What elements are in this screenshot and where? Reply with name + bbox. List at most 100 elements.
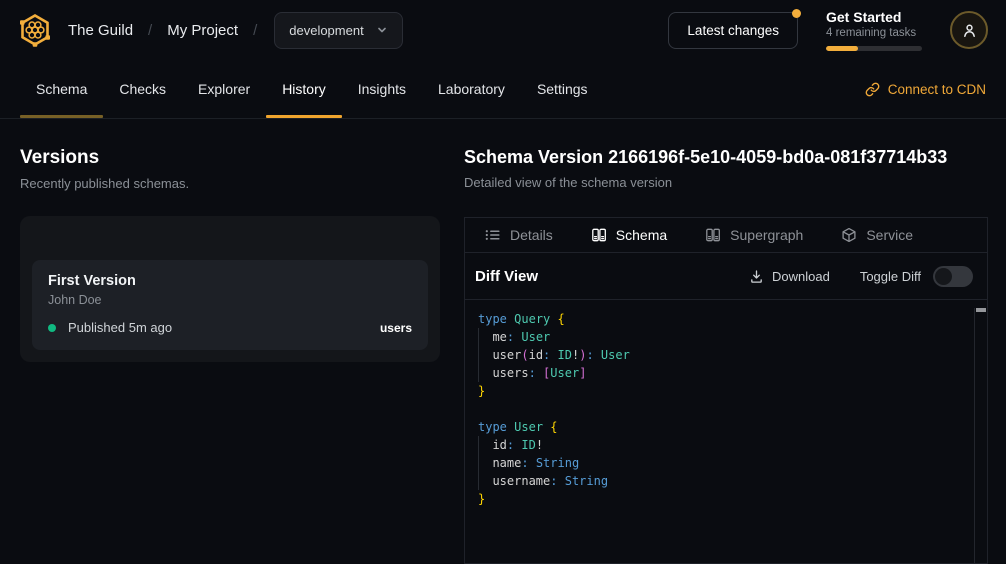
code-line: }: [478, 490, 961, 508]
detail-tab-label: Details: [510, 227, 553, 243]
versions-card: First Version John Doe Published 5m ago …: [20, 216, 440, 362]
diff-toolbar-actions: Download Toggle Diff: [749, 266, 973, 287]
person-icon: [961, 22, 978, 39]
tab-insights[interactable]: Insights: [342, 60, 422, 118]
download-label: Download: [772, 269, 830, 284]
get-started-progress-fill: [826, 46, 858, 51]
code-block: type Query { me: User user(id: ID!): Use…: [478, 310, 961, 508]
detail-tabs: Details Schema: [465, 218, 987, 253]
breadcrumb: The Guild / My Project / development: [68, 12, 403, 49]
download-icon: [749, 269, 764, 284]
version-status-row: Published 5m ago users: [48, 320, 412, 335]
tab-schema[interactable]: Schema: [20, 60, 103, 118]
version-detail-panel: Details Schema: [464, 217, 988, 564]
app-header: The Guild / My Project / development Lat…: [0, 0, 1006, 60]
tab-underline: [521, 115, 604, 118]
get-started-widget[interactable]: Get Started 4 remaining tasks: [826, 9, 922, 51]
version-name: First Version: [48, 273, 412, 289]
tab-label: Checks: [119, 81, 166, 97]
tab-underline: [182, 115, 266, 118]
tab-explorer[interactable]: Explorer: [182, 60, 266, 118]
guild-logo-icon[interactable]: [16, 11, 54, 49]
cube-icon: [841, 227, 857, 243]
detail-tab-service[interactable]: Service: [841, 227, 913, 243]
get-started-title: Get Started: [826, 9, 922, 25]
tab-laboratory[interactable]: Laboratory: [422, 60, 521, 118]
code-line: name: String: [478, 454, 961, 472]
get-started-subtitle: 4 remaining tasks: [826, 27, 922, 39]
toggle-diff-switch[interactable]: [933, 266, 973, 287]
tab-history[interactable]: History: [266, 60, 342, 118]
connect-to-cdn-label: Connect to CDN: [888, 82, 986, 97]
version-list-item[interactable]: First Version John Doe Published 5m ago …: [32, 260, 428, 350]
tab-label: Laboratory: [438, 81, 505, 97]
tab-settings[interactable]: Settings: [521, 60, 604, 118]
version-author: John Doe: [48, 293, 412, 307]
target-selector[interactable]: development: [274, 12, 402, 49]
diff-view-title: Diff View: [475, 268, 538, 285]
detail-tab-label: Schema: [616, 227, 667, 243]
panels-icon: [705, 227, 721, 243]
target-selector-value: development: [289, 23, 363, 38]
version-service-badge: users: [380, 321, 412, 335]
breadcrumb-org[interactable]: The Guild: [68, 22, 133, 39]
toggle-knob: [935, 268, 952, 285]
tab-underline: [20, 115, 103, 118]
code-line: username: String: [478, 472, 961, 490]
get-started-progressbar: [826, 46, 922, 51]
latest-changes-wrap: Latest changes: [668, 12, 798, 49]
versions-column: Versions Recently published schemas. Fir…: [20, 147, 440, 564]
versions-subtitle: Recently published schemas.: [20, 176, 440, 191]
code-line: users: [User]: [478, 364, 961, 382]
breadcrumb-separator: /: [253, 22, 257, 39]
header-right: Latest changes Get Started 4 remaining t…: [668, 9, 988, 51]
scrollbar-thumb[interactable]: [976, 308, 986, 312]
version-detail-title: Schema Version 2166196f-5e10-4059-bd0a-0…: [464, 147, 988, 168]
connect-to-cdn-link[interactable]: Connect to CDN: [865, 60, 986, 118]
detail-tab-label: Service: [866, 227, 913, 243]
version-detail-subtitle: Detailed view of the schema version: [464, 175, 988, 190]
vertical-scrollbar[interactable]: [974, 308, 987, 563]
tab-checks[interactable]: Checks: [103, 60, 182, 118]
tab-label: Insights: [358, 81, 406, 97]
version-detail-column: Schema Version 2166196f-5e10-4059-bd0a-0…: [464, 147, 988, 564]
code-line: me: User: [478, 328, 961, 346]
detail-tab-supergraph[interactable]: Supergraph: [705, 227, 803, 243]
main-nav: Schema Checks Explorer History Insights …: [0, 60, 1006, 119]
notification-dot: [792, 9, 801, 18]
detail-tab-details[interactable]: Details: [485, 227, 553, 243]
version-status: Published 5m ago: [68, 320, 172, 335]
published-status-dot: [48, 324, 56, 332]
detail-tab-schema[interactable]: Schema: [591, 227, 667, 243]
tab-label: Settings: [537, 81, 588, 97]
tab-underline: [103, 115, 182, 118]
breadcrumb-separator: /: [148, 22, 152, 39]
link-icon: [865, 82, 880, 97]
toggle-diff-group: Toggle Diff: [860, 266, 973, 287]
indent-guide: [478, 436, 479, 490]
breadcrumb-project[interactable]: My Project: [167, 22, 238, 39]
tab-label: History: [282, 81, 326, 97]
tab-underline: [342, 115, 422, 118]
toggle-diff-label: Toggle Diff: [860, 269, 921, 284]
latest-changes-button[interactable]: Latest changes: [668, 12, 798, 49]
indent-guide: [478, 328, 479, 382]
code-line: type User {: [478, 418, 961, 436]
versions-title: Versions: [20, 147, 440, 169]
tab-underline: [266, 115, 342, 118]
tab-underline: [422, 115, 521, 118]
list-icon: [485, 227, 501, 243]
main-content: Versions Recently published schemas. Fir…: [0, 119, 1006, 564]
schema-code-viewer: type Query { me: User user(id: ID!): Use…: [465, 300, 987, 563]
user-avatar[interactable]: [950, 11, 988, 49]
code-line: user(id: ID!): User: [478, 346, 961, 364]
code-line: type Query {: [478, 310, 961, 328]
code-line: [478, 400, 961, 418]
tab-label: Schema: [36, 81, 87, 97]
diff-toolbar: Diff View Download Toggle Diff: [465, 253, 987, 300]
download-button[interactable]: Download: [749, 269, 830, 284]
code-line: }: [478, 382, 961, 400]
panels-icon: [591, 227, 607, 243]
tab-label: Explorer: [198, 81, 250, 97]
detail-tab-label: Supergraph: [730, 227, 803, 243]
